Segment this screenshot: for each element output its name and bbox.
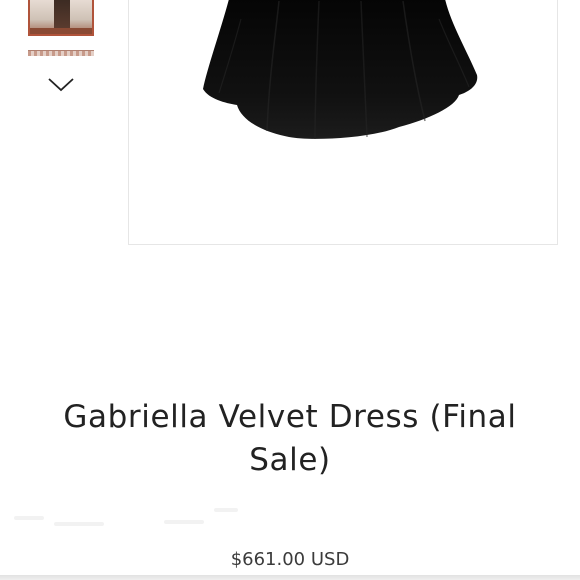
product-title: Gabriella Velvet Dress (Final Sale): [63, 399, 517, 478]
faded-divider: [14, 508, 244, 530]
thumbnail-model-figure: [54, 0, 70, 28]
chevron-down-icon[interactable]: [47, 76, 75, 92]
bottom-divider: [0, 575, 580, 580]
thumbnail-rail: [0, 0, 125, 110]
velvet-skirt-illustration: [203, 0, 478, 140]
thumbnail-image-2[interactable]: [28, 50, 94, 56]
thumbnail-image-1[interactable]: [28, 0, 94, 36]
thumbnail-floor: [30, 28, 92, 34]
main-product-image[interactable]: [128, 0, 558, 245]
product-price: $661.00 USD: [230, 549, 350, 570]
